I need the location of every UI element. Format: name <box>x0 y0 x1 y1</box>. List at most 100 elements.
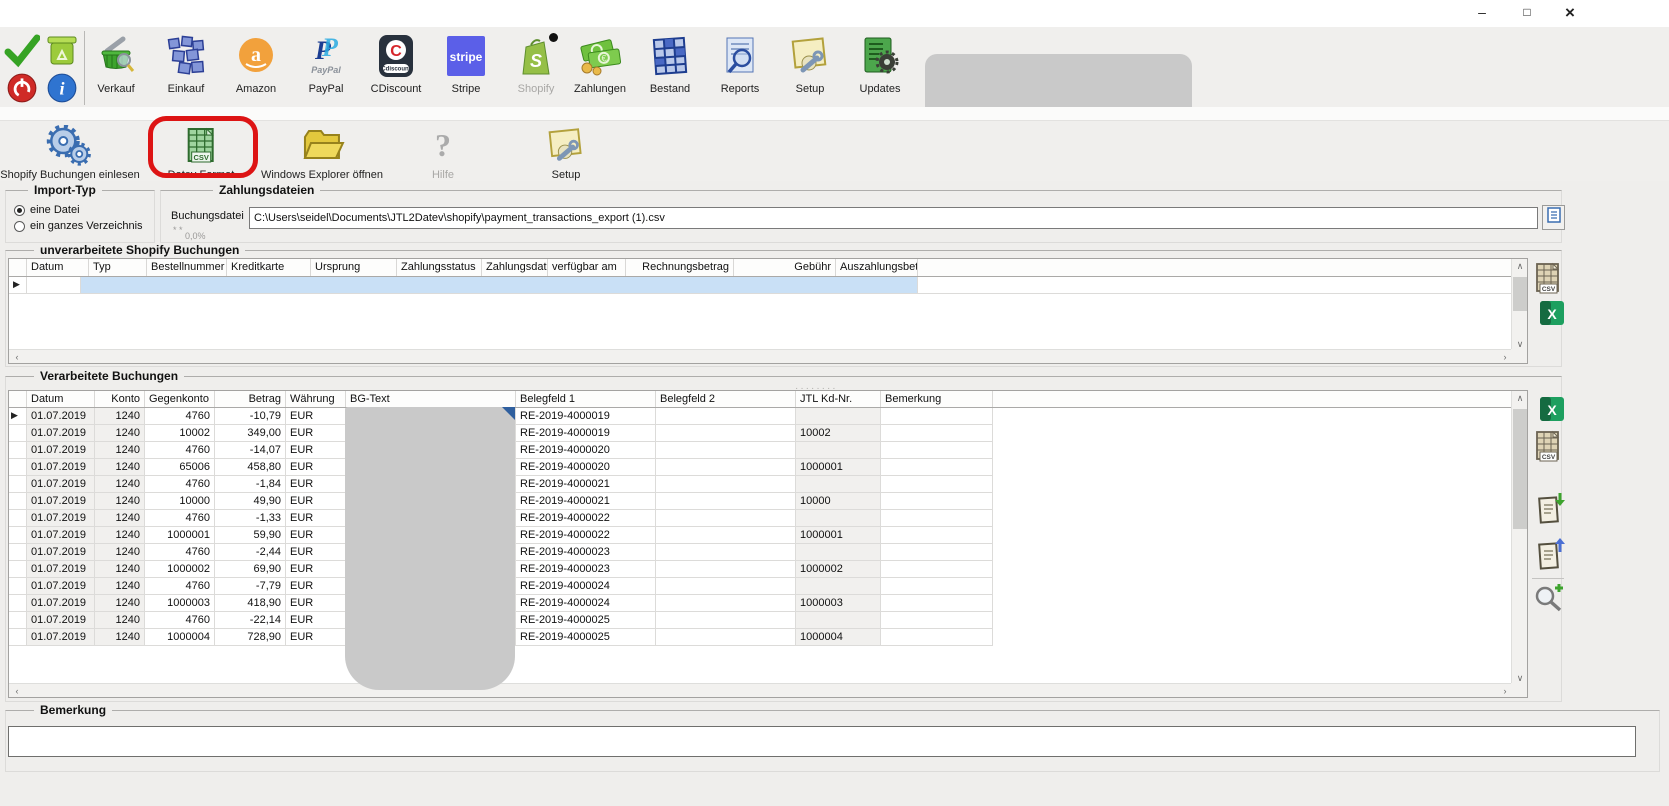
column-header[interactable]: Kreditkarte <box>227 259 311 276</box>
column-header[interactable]: Ursprung <box>311 259 397 276</box>
cell-bemerkung <box>881 510 993 527</box>
toolbar-button-einkauf[interactable]: Einkauf <box>152 33 220 105</box>
cell-konto: 1240 <box>95 510 145 527</box>
export-excel-button-top[interactable]: X <box>1536 300 1568 331</box>
table-row[interactable]: 01.07.2019 1240 65006 458,80 EUR RE-2019… <box>9 459 1527 476</box>
vertical-scrollbar[interactable]: ∧ ∨ <box>1511 259 1527 351</box>
column-header[interactable]: Währung <box>286 391 346 407</box>
scroll-up-button[interactable]: ∧ <box>1512 259 1528 273</box>
radio-eine-datei[interactable]: eine Datei <box>14 203 80 217</box>
buchungsdatei-input[interactable] <box>249 207 1538 229</box>
minimize-button[interactable]: – <box>1465 0 1499 26</box>
action-button-shopify-einlesen[interactable]: Shopify Buchungen einlesen <box>0 125 139 181</box>
scroll-left-button[interactable]: ‹ <box>9 350 25 364</box>
column-header[interactable]: Datum <box>27 259 89 276</box>
action-button-setup[interactable]: Setup <box>544 125 588 181</box>
table-row[interactable]: 01.07.2019 1240 4760 -14,07 EUR RE-2019-… <box>9 442 1527 459</box>
cell-gegenkonto: 4760 <box>145 612 215 629</box>
table-row[interactable]: 01.07.2019 1240 4760 -1,33 EUR RE-2019-4… <box>9 510 1527 527</box>
updates-icon <box>846 33 914 81</box>
column-header[interactable]: Zahlungsstatus <box>397 259 482 276</box>
toolbar-button-bestand[interactable]: Bestand <box>636 33 704 105</box>
column-header[interactable]: Betrag <box>215 391 286 407</box>
export-excel-button[interactable]: X <box>1536 396 1568 427</box>
radio-label: ein ganzes Verzeichnis <box>30 220 143 232</box>
horizontal-scrollbar[interactable]: ‹ › <box>9 349 1513 363</box>
toolbar-button-updates[interactable]: Updates <box>846 33 914 105</box>
column-header[interactable]: BG-Text <box>346 391 516 407</box>
close-button[interactable]: × <box>1553 0 1587 26</box>
toolbar-button-paypal[interactable]: PPPayPal PayPal <box>292 33 360 105</box>
current-row-arrow: ▶ <box>13 279 20 290</box>
check-icon <box>4 55 40 72</box>
power-button[interactable] <box>6 72 42 108</box>
bemerkung-input[interactable] <box>8 726 1636 757</box>
action-button-hilfe[interactable]: ? Hilfe <box>421 125 465 181</box>
scroll-up-button[interactable]: ∧ <box>1512 391 1528 405</box>
column-header[interactable]: Zahlungsdatu <box>482 259 548 276</box>
column-header[interactable]: Konto <box>95 391 145 407</box>
toolbar-button-amazon[interactable]: a Amazon <box>222 33 290 105</box>
action-button-datev-format[interactable]: CSV Datev Format <box>168 125 235 181</box>
table-row[interactable]: 01.07.2019 1240 4760 -2,44 EUR RE-2019-4… <box>9 544 1527 561</box>
column-header[interactable]: Gegenkonto <box>145 391 215 407</box>
column-header[interactable]: JTL Kd-Nr. <box>796 391 881 407</box>
toolbar-button-cdiscount[interactable]: CCdiscount CDiscount <box>362 33 430 105</box>
cell-waehrung: EUR <box>286 442 346 459</box>
column-header[interactable]: Typ <box>89 259 147 276</box>
toolbar-button-stripe[interactable]: stripe Stripe <box>432 33 500 105</box>
cell-konto: 1240 <box>95 442 145 459</box>
horizontal-scrollbar[interactable]: ‹ › <box>9 683 1513 697</box>
table-row[interactable]: 01.07.2019 1240 4760 -22,14 EUR RE-2019-… <box>9 612 1527 629</box>
column-header[interactable]: verfügbar am <box>548 259 626 276</box>
column-header[interactable]: Bestellnummer <box>147 259 227 276</box>
export-file-button[interactable] <box>1535 536 1567 577</box>
export-csv-button-top[interactable]: CSV <box>1533 262 1565 301</box>
column-header[interactable]: Rechnungsbetrag <box>626 259 734 276</box>
table-row[interactable]: 01.07.2019 1240 10000 49,90 EUR RE-2019-… <box>9 493 1527 510</box>
column-header[interactable]: Datum <box>27 391 95 407</box>
toolbar-button-setup[interactable]: Setup <box>776 33 844 105</box>
table-row[interactable]: 01.07.2019 1240 1000003 418,90 EUR RE-20… <box>9 595 1527 612</box>
maximize-button[interactable]: □ <box>1510 0 1544 26</box>
toolbar-button-label: Verkauf <box>82 83 150 95</box>
column-header[interactable]: Auszahlungsbetrag <box>836 259 918 276</box>
scrollbar-thumb[interactable] <box>1513 277 1527 311</box>
import-file-button[interactable] <box>1535 490 1567 531</box>
column-header[interactable]: Belegfeld 1 <box>516 391 656 407</box>
scrollbar-thumb[interactable] <box>1513 409 1527 529</box>
group-title: unverarbeitete Shopify Buchungen <box>34 243 245 257</box>
radio-ganzes-verzeichnis[interactable]: ein ganzes Verzeichnis <box>14 219 143 233</box>
vertical-scrollbar[interactable]: ∧ ∨ <box>1511 391 1527 685</box>
bestand-icon <box>636 33 704 81</box>
toolbar-button-shopify[interactable]: S Shopify <box>502 33 570 105</box>
export-csv-button[interactable]: CSV <box>1533 430 1565 469</box>
info-button[interactable]: i <box>46 72 82 108</box>
zoom-add-button[interactable] <box>1533 583 1565 618</box>
action-button-explorer[interactable]: Windows Explorer öffnen <box>261 125 383 181</box>
cell-belegfeld2 <box>656 425 796 442</box>
column-header[interactable]: Belegfeld 2 <box>656 391 796 407</box>
folder-icon <box>261 125 383 167</box>
row-selector-cell <box>9 527 27 544</box>
table-row[interactable]: 01.07.2019 1240 1000001 59,90 EUR RE-201… <box>9 527 1527 544</box>
scroll-left-button[interactable]: ‹ <box>9 684 25 698</box>
toolbar-button-reports[interactable]: Reports <box>706 33 774 105</box>
table-row[interactable]: 01.07.2019 1240 1000004 728,90 EUR RE-20… <box>9 629 1527 646</box>
browse-file-button[interactable] <box>1542 205 1565 230</box>
recycle-bin-button[interactable] <box>44 32 80 68</box>
svg-text:C: C <box>390 43 402 60</box>
confirm-button[interactable] <box>4 32 40 68</box>
cell-jtl-kdnr <box>796 408 881 425</box>
column-header[interactable]: Gebühr <box>734 259 836 276</box>
cell-belegfeld1: RE-2019-4000019 <box>516 425 656 442</box>
column-header[interactable]: Bemerkung <box>881 391 993 407</box>
table-row[interactable]: 01.07.2019 1240 4760 -7,79 EUR RE-2019-4… <box>9 578 1527 595</box>
toolbar-button-zahlungen[interactable]: € Zahlungen <box>566 33 634 105</box>
toolbar-button-verkauf[interactable]: Verkauf <box>82 33 150 105</box>
table-row[interactable]: 01.07.2019 1240 10002 349,00 EUR RE-2019… <box>9 425 1527 442</box>
table-row[interactable]: 01.07.2019 1240 4760 -1,84 EUR RE-2019-4… <box>9 476 1527 493</box>
table-row[interactable]: 01.07.2019 1240 4760 -10,79 EUR RE-2019-… <box>9 408 1527 425</box>
selected-empty-row[interactable]: ▶ <box>9 277 1527 294</box>
table-row[interactable]: 01.07.2019 1240 1000002 69,90 EUR RE-201… <box>9 561 1527 578</box>
